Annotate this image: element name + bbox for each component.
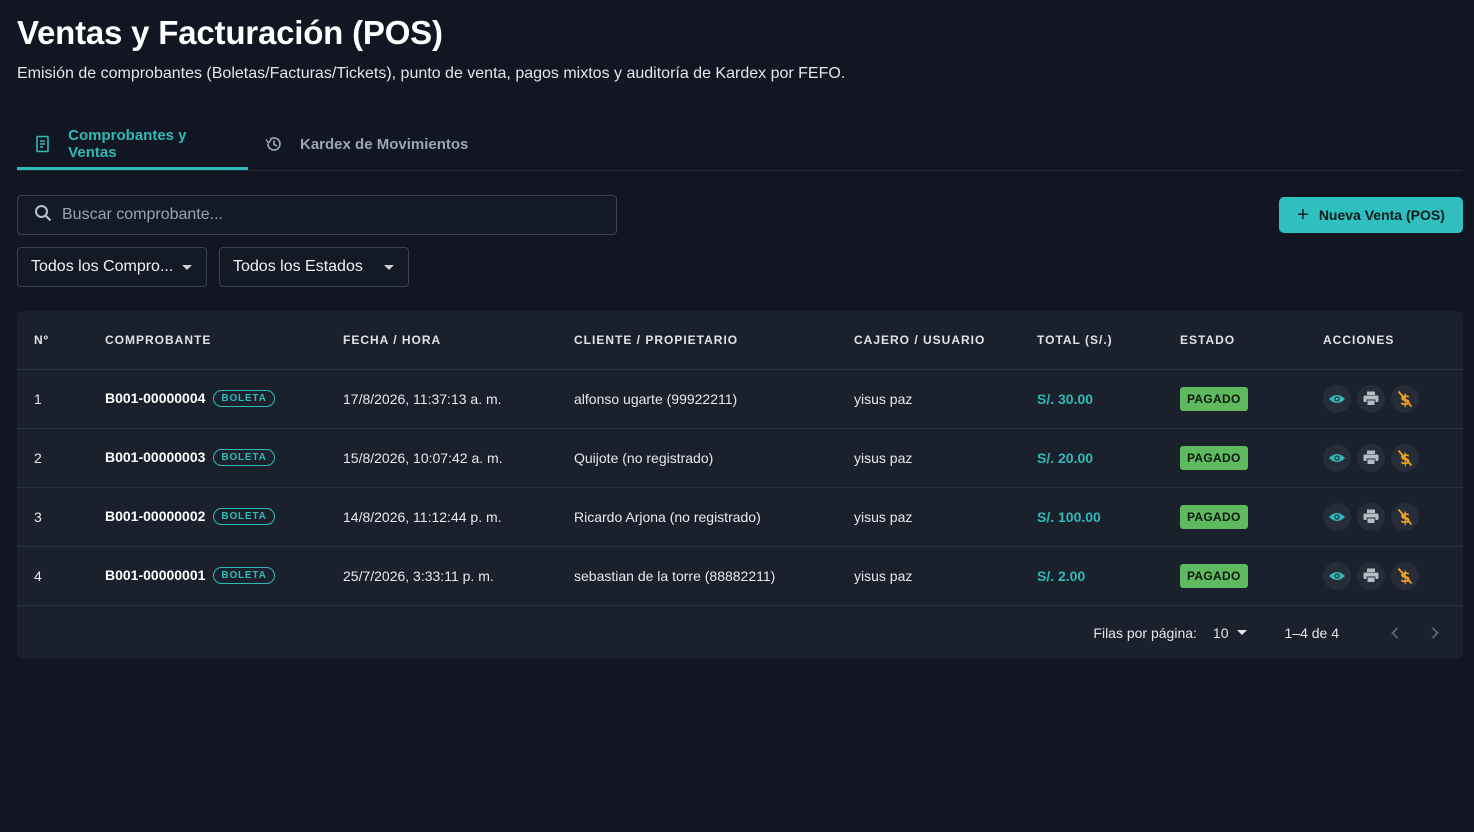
status-badge: PAGADO [1180, 504, 1248, 529]
col-header: ACCIONES [1323, 332, 1395, 347]
table-header-row: Nº COMPROBANTE FECHA / HORA CLIENTE / PR… [17, 311, 1463, 369]
print-icon[interactable] [1357, 443, 1385, 472]
document-number: B001-00000002 [105, 507, 206, 524]
status-badge: PAGADO [1180, 445, 1248, 470]
date-time: 25/7/2026, 3:33:11 p. m. [343, 567, 494, 584]
dropdown-arrow-icon [384, 265, 394, 270]
table-pagination: Filas por página: 10 1–4 de 4 [17, 606, 1463, 660]
date-time: 14/8/2026, 11:12:44 p. m. [343, 508, 502, 525]
print-icon[interactable] [1357, 561, 1385, 590]
tab-bar: Comprobantes y Ventas Kardex de Movimien… [17, 118, 1462, 171]
client: sebastian de la torre (88882211) [574, 567, 776, 584]
total: S/. 20.00 [1037, 449, 1094, 466]
client: Ricardo Arjona (no registrado) [574, 508, 761, 525]
void-payment-icon[interactable]: $ [1391, 443, 1419, 472]
view-icon[interactable] [1323, 561, 1351, 590]
col-header[interactable]: CAJERO / USUARIO [837, 311, 1020, 369]
search-icon [34, 204, 52, 227]
dropdown-arrow-icon [1236, 630, 1247, 635]
cashier: yisus paz [854, 567, 913, 584]
void-payment-icon[interactable]: $ [1391, 384, 1419, 413]
col-header[interactable]: CLIENTE / PROPIETARIO [557, 311, 837, 369]
col-header[interactable]: FECHA / HORA [326, 311, 557, 369]
filter-type-select[interactable]: Todos los Compro... [17, 247, 207, 287]
tab-comprobantes[interactable]: Comprobantes y Ventas [17, 118, 248, 170]
view-icon[interactable] [1323, 502, 1351, 531]
document-number: B001-00000001 [105, 566, 206, 583]
filter-type-value: Todos los Compro... [31, 258, 174, 275]
col-header[interactable]: COMPROBANTE [88, 311, 326, 369]
row-number: 3 [34, 508, 42, 525]
history-icon [264, 134, 284, 154]
date-time: 15/8/2026, 10:07:42 a. m. [343, 449, 503, 466]
view-icon[interactable] [1323, 384, 1351, 413]
row-number: 2 [34, 449, 42, 466]
rows-per-page-value: 10 [1212, 624, 1229, 641]
document-type-badge: BOLETA [213, 567, 275, 585]
sales-table: Nº COMPROBANTE FECHA / HORA CLIENTE / PR… [17, 311, 1463, 606]
page-subtitle: Emisión de comprobantes (Boletas/Factura… [17, 65, 846, 82]
tab-kardex[interactable]: Kardex de Movimientos [248, 118, 484, 170]
chevron-left-icon [1391, 626, 1399, 639]
row-number: 1 [34, 390, 42, 407]
client: alfonso ugarte (99922211) [574, 390, 738, 407]
document-type-badge: BOLETA [213, 508, 275, 526]
view-icon[interactable] [1323, 443, 1351, 472]
total: S/. 30.00 [1037, 390, 1094, 407]
cashier: yisus paz [854, 390, 913, 407]
search-box [17, 195, 617, 235]
status-badge: PAGADO [1180, 563, 1248, 588]
void-payment-icon[interactable]: $ [1391, 561, 1419, 590]
dropdown-arrow-icon [182, 265, 192, 270]
tab-label: Kardex de Movimientos [300, 135, 469, 153]
new-sale-button[interactable]: + Nueva Venta (POS) [1279, 197, 1463, 233]
cashier: yisus paz [854, 449, 913, 466]
status-badge: PAGADO [1180, 386, 1248, 411]
client: Quijote (no registrado) [574, 449, 714, 466]
search-input[interactable] [62, 206, 616, 224]
void-payment-icon[interactable]: $ [1391, 502, 1419, 531]
previous-page-button[interactable] [1383, 621, 1407, 645]
document-number: B001-00000004 [105, 389, 206, 406]
plus-icon: + [1297, 204, 1309, 226]
cashier: yisus paz [854, 508, 913, 525]
receipt-icon [33, 134, 52, 154]
col-header[interactable]: Nº [17, 311, 88, 369]
page-range: 1–4 de 4 [1284, 624, 1340, 641]
col-header[interactable]: ESTADO [1163, 311, 1306, 369]
new-sale-label: Nueva Venta (POS) [1318, 207, 1445, 223]
row-number: 4 [34, 567, 42, 584]
total: S/. 100.00 [1037, 508, 1101, 525]
filter-status-select[interactable]: Todos los Estados [219, 247, 409, 287]
total: S/. 2.00 [1037, 567, 1086, 584]
table-row[interactable]: 4 B001-00000001 BOLETA 25/7/2026, 3:33:11… [17, 546, 1463, 605]
date-time: 17/8/2026, 11:37:13 a. m. [343, 390, 502, 407]
rows-per-page-select[interactable]: 10 [1213, 625, 1247, 641]
chevron-right-icon [1431, 626, 1439, 639]
tab-label: Comprobantes y Ventas [68, 127, 187, 161]
document-type-badge: BOLETA [213, 449, 275, 467]
table-row[interactable]: 1 B001-00000004 BOLETA 17/8/2026, 11:37:1… [17, 369, 1463, 428]
document-number: B001-00000003 [105, 448, 206, 465]
sales-table-card: Nº COMPROBANTE FECHA / HORA CLIENTE / PR… [17, 311, 1463, 659]
col-header[interactable]: TOTAL (S/.) [1020, 311, 1163, 369]
filter-status-value: Todos los Estados [233, 258, 363, 275]
rows-per-page-label: Filas por página: [1093, 624, 1197, 641]
table-row[interactable]: 3 B001-00000002 BOLETA 14/8/2026, 11:12:4… [17, 487, 1463, 546]
next-page-button[interactable] [1423, 621, 1447, 645]
print-icon[interactable] [1357, 502, 1385, 531]
print-icon[interactable] [1357, 384, 1385, 413]
table-row[interactable]: 2 B001-00000003 BOLETA 15/8/2026, 10:07:4… [17, 428, 1463, 487]
document-type-badge: BOLETA [213, 390, 275, 408]
page-title: Ventas y Facturación (POS) [17, 14, 443, 51]
